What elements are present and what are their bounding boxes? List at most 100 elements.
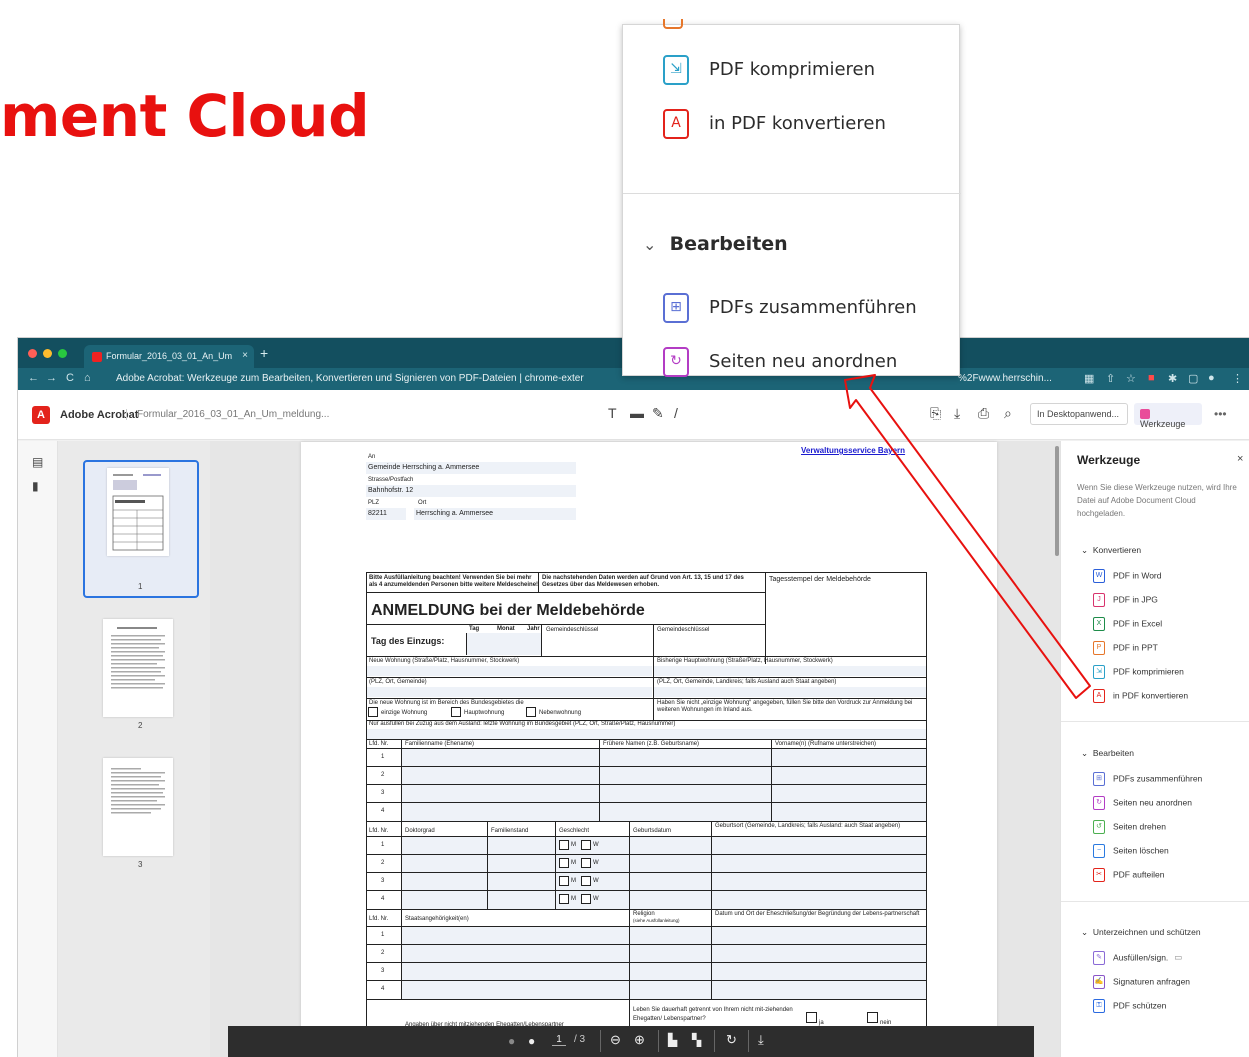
fit-page-icon[interactable]: ▙ (668, 1033, 677, 1047)
strasse-field[interactable]: Bahnhofstr. 12 (366, 485, 576, 497)
ja-checkbox[interactable] (806, 1012, 817, 1023)
names-table-body[interactable] (401, 749, 926, 821)
thumbnail-page-2[interactable] (103, 619, 173, 717)
draw-tool-icon[interactable]: / (674, 405, 678, 421)
tool-pdfs-zusammenfuehren[interactable]: ⊞ PDFs zusammenführen (1093, 772, 1202, 786)
page-number-input[interactable]: 1 (552, 1034, 566, 1046)
ort-field[interactable]: Herrsching a. Ammersee (414, 508, 576, 520)
thumbnail-page-3[interactable] (103, 758, 173, 856)
gemeinde-field[interactable]: Gemeinde Herrsching a. Ammersee (366, 462, 576, 474)
tool-pdf-aufteilen[interactable]: ✂ PDF aufteilen (1093, 868, 1165, 882)
tab-close-icon[interactable]: × (242, 350, 248, 361)
divider (623, 193, 961, 194)
avatar[interactable]: ● (1208, 372, 1215, 384)
tool-seiten-drehen[interactable]: ↺ Seiten drehen (1093, 820, 1166, 834)
close-window-dot[interactable] (28, 349, 37, 358)
zoom-in-icon[interactable]: ⊕ (634, 1032, 645, 1048)
puzzle-icon[interactable]: ✱ (1168, 372, 1177, 385)
haben-sie-text: Haben Sie nicht „einzige Wohnung“ angege… (657, 700, 913, 713)
browser-menu-icon[interactable]: ⋮ (1232, 372, 1243, 385)
tool-pdf-komprimieren[interactable]: ⇲ PDF komprimieren (1093, 665, 1184, 679)
tool-pdf-in-ppt[interactable]: P PDF in PPT (1093, 641, 1158, 655)
extension-icon[interactable]: ▦ (1084, 372, 1094, 385)
home-icon[interactable]: ⌂ (84, 372, 91, 384)
haupt-checkbox[interactable] (451, 707, 461, 717)
plz-ort-field[interactable] (367, 687, 652, 697)
w-checkbox[interactable] (581, 858, 591, 868)
tool-pdf-schuetzen[interactable]: ⚿ PDF schützen (1093, 999, 1166, 1013)
tool-pdf-in-excel[interactable]: X PDF in Excel (1093, 617, 1162, 631)
tool-seiten-neu-anordnen[interactable]: ↻ Seiten neu anordnen (1093, 796, 1192, 810)
bookmark-icon[interactable]: ▮ (32, 479, 39, 493)
fit-width-icon[interactable]: ▚ (692, 1033, 701, 1047)
sidebar-icon[interactable]: ▢ (1188, 372, 1198, 385)
share-icon[interactable]: ⇧ (1106, 372, 1115, 385)
w-checkbox[interactable] (581, 876, 591, 886)
einzige-checkbox[interactable] (368, 707, 378, 717)
plz-field[interactable]: 82211 (366, 508, 406, 520)
m-checkbox[interactable] (559, 840, 569, 850)
neue-wohnung-field[interactable] (367, 666, 652, 676)
more-icon[interactable]: ••• (1214, 407, 1227, 421)
bisherige-field[interactable] (654, 666, 926, 676)
tool-label: PDF in Excel (1113, 618, 1163, 629)
popup-item-in-pdf-konvertieren[interactable]: Ain PDF konvertieren (663, 109, 886, 139)
nein-checkbox[interactable] (867, 1012, 878, 1023)
section-unterzeichnen[interactable]: ⌄ Unterzeichnen und schützen (1081, 927, 1201, 938)
tools-button[interactable]: Werkzeuge (1134, 403, 1202, 429)
tool-pdf-in-word[interactable]: W PDF in Word (1093, 569, 1162, 583)
thumbnail-page-1[interactable] (107, 468, 169, 556)
download-icon[interactable]: ⤓ (954, 405, 960, 422)
letzte-wohnung-field[interactable] (367, 729, 926, 739)
previous-page-icon[interactable]: ● (508, 1034, 515, 1048)
details-table-body[interactable] (401, 837, 926, 909)
browser-tab[interactable]: Formular_2016_03_01_An_Um × (84, 345, 254, 368)
divider (401, 909, 402, 999)
w-checkbox[interactable] (581, 840, 591, 850)
comment-tool-icon[interactable]: ▬ (630, 405, 644, 421)
m-checkbox[interactable] (559, 876, 569, 886)
m-checkbox[interactable] (559, 894, 569, 904)
text-tool-icon[interactable]: T (608, 405, 617, 421)
open-in-desktop-button[interactable]: In Desktopanwend... (1030, 403, 1128, 425)
search-icon[interactable]: ⌕ (1004, 405, 1012, 422)
section-bearbeiten[interactable]: ⌄ Bearbeiten (1081, 748, 1134, 759)
close-icon[interactable]: × (1237, 453, 1243, 465)
staat-table-body[interactable] (401, 927, 926, 999)
plz-ort-landkreis-field[interactable] (654, 687, 926, 697)
minimize-window-dot[interactable] (43, 349, 52, 358)
highlight-tool-icon[interactable]: ✎ (652, 405, 664, 422)
new-tab-button[interactable]: + (260, 345, 268, 361)
section-konvertieren[interactable]: ⌄ Konvertieren (1081, 545, 1141, 556)
print-icon[interactable]: ⎙ (978, 405, 989, 422)
row-number: 2 (381, 860, 385, 866)
convert-icon[interactable]: ⎘ (930, 405, 941, 422)
star-icon[interactable]: ☆ (1126, 372, 1136, 385)
download-bottom-icon[interactable]: ⤓ (758, 1032, 764, 1048)
popup-item-pdfs-zusammenfuehren[interactable]: ⊞ PDFs zusammenführen (663, 293, 917, 323)
popup-item-pdf-komprimieren[interactable]: ⇲ PDF komprimieren (663, 55, 875, 85)
tool-signaturen-anfragen[interactable]: ✍ Signaturen anfragen (1093, 975, 1190, 989)
tool-pdf-in-jpg[interactable]: J PDF in JPG (1093, 593, 1158, 607)
popup-item-seiten-neu-anordnen[interactable]: ↻ Seiten neu anordnen (663, 347, 897, 377)
w-checkbox[interactable] (581, 894, 591, 904)
page-thumbnails-icon[interactable]: ▤ (32, 455, 43, 469)
zoom-out-icon[interactable]: ⊖ (610, 1032, 621, 1048)
rotate-icon[interactable]: ↻ (726, 1032, 737, 1048)
forward-icon[interactable]: → (46, 372, 57, 384)
back-icon[interactable]: ← (28, 372, 39, 384)
einzugsdatum-field[interactable] (466, 633, 541, 655)
acrobat-extension-icon[interactable]: ■ (1148, 372, 1155, 384)
tool-ausfuellen-sign[interactable]: ✎ Ausfüllen/sign. ▭ (1093, 951, 1182, 965)
reload-icon[interactable]: C (66, 372, 74, 384)
scrollbar[interactable] (1055, 446, 1059, 556)
m-checkbox[interactable] (559, 858, 569, 868)
neben-label: Nebenwohnung (539, 710, 582, 716)
tool-seiten-loeschen[interactable]: − Seiten löschen (1093, 844, 1169, 858)
next-page-icon[interactable]: ● (528, 1034, 535, 1048)
verwaltungsservice-link[interactable]: Verwaltungsservice Bayern (801, 446, 905, 455)
maximize-window-dot[interactable] (58, 349, 67, 358)
popup-section-bearbeiten[interactable]: ⌄ Bearbeiten (643, 233, 788, 255)
neben-checkbox[interactable] (526, 707, 536, 717)
tool-in-pdf-konvertieren[interactable]: Ain PDF konvertieren (1093, 689, 1188, 703)
